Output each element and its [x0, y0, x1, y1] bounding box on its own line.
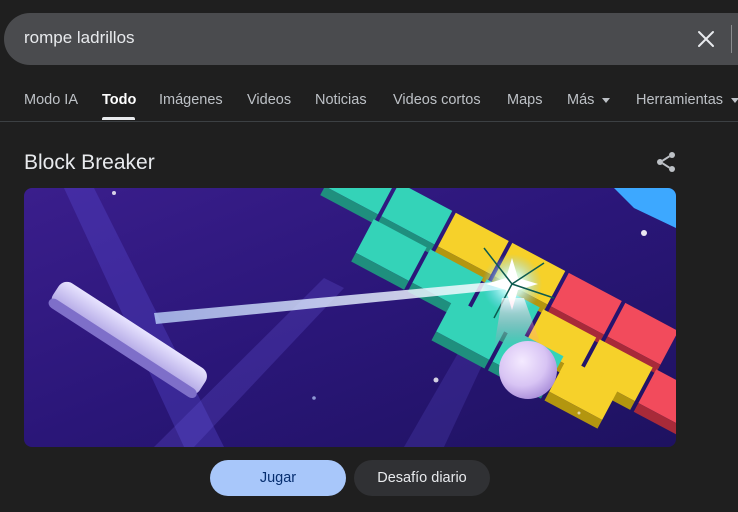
play-button[interactable]: Jugar: [210, 460, 346, 496]
close-icon[interactable]: [694, 27, 718, 51]
tab-imagenes[interactable]: Imágenes: [159, 92, 223, 108]
tab-todo[interactable]: Todo: [102, 92, 136, 108]
share-icon[interactable]: [654, 150, 678, 174]
tab-videos[interactable]: Videos: [247, 92, 291, 108]
game-illustration: [24, 188, 676, 447]
search-input[interactable]: rompe ladrillos: [24, 28, 135, 48]
game-title: Block Breaker: [24, 151, 155, 174]
tab-noticias[interactable]: Noticias: [315, 92, 367, 108]
tabs-divider: [0, 121, 738, 122]
tab-mas-label: Más: [567, 92, 595, 108]
search-bar[interactable]: rompe ladrillos: [4, 13, 738, 65]
tab-videos-cortos[interactable]: Videos cortos: [393, 92, 481, 108]
daily-challenge-button[interactable]: Desafío diario: [354, 460, 490, 496]
tab-herramientas[interactable]: Herramientas: [636, 92, 738, 108]
tab-maps[interactable]: Maps: [507, 92, 542, 108]
chevron-down-icon: [731, 97, 738, 103]
tab-herramientas-label: Herramientas: [636, 92, 724, 108]
game-preview-image[interactable]: [24, 188, 676, 447]
search-bar-divider: [731, 25, 732, 53]
tab-modo-ia[interactable]: Modo IA: [24, 92, 78, 108]
tab-mas[interactable]: Más: [567, 92, 611, 108]
chevron-down-icon: [602, 97, 611, 103]
active-tab-indicator: [102, 117, 135, 120]
